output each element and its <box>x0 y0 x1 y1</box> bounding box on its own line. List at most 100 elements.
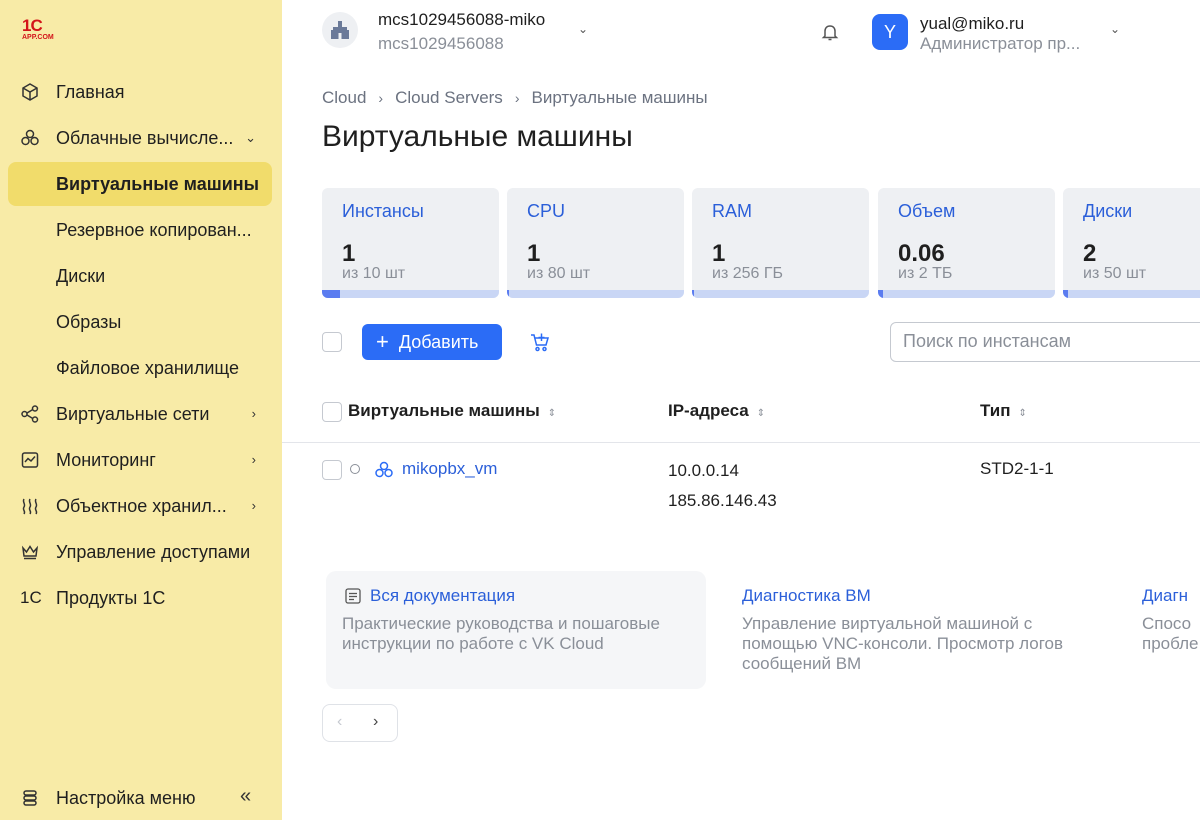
breadcrumb: Cloud › Cloud Servers › Виртуальные маши… <box>322 88 708 108</box>
sidebar-item-disks[interactable]: Диски <box>8 254 272 298</box>
user-email[interactable]: yual@miko.ru <box>920 14 1024 34</box>
sidebar-item-label: Мониторинг <box>56 450 156 470</box>
quota-card-ram[interactable]: RAM 1 из 256 ГБ <box>692 188 869 298</box>
quota-card-instances[interactable]: Инстансы 1 из 10 шт <box>322 188 499 298</box>
monitoring-icon <box>21 452 39 468</box>
sidebar-item-label: Объектное хранил... <box>56 496 227 516</box>
sort-icon[interactable]: ⇕ <box>757 408 765 419</box>
vm-type: STD2-1-1 <box>980 459 1054 478</box>
sidebar-item-label: Управление доступами <box>56 542 251 562</box>
breadcrumb-cloud[interactable]: Cloud <box>322 88 366 108</box>
sidebar-item-label: Резервное копирован... <box>56 220 252 240</box>
cloud-compute-icon <box>21 129 39 146</box>
avatar[interactable]: Y <box>872 14 908 50</box>
cart-icon[interactable] <box>528 330 552 354</box>
quota-card-cpu[interactable]: CPU 1 из 80 шт <box>507 188 684 298</box>
sidebar-item-object-storage[interactable]: Объектное хранил... › <box>8 484 272 528</box>
select-all-checkbox[interactable] <box>322 332 342 352</box>
1c-icon: 1С <box>20 588 42 607</box>
doc-description: Управление виртуальной машиной с помощью… <box>742 614 1064 673</box>
sort-icon[interactable]: ⇕ <box>1018 408 1026 419</box>
chevron-right-icon: › <box>378 90 384 106</box>
sidebar-item-label: Главная <box>56 82 125 102</box>
ip-address-public: 185.86.146.43 <box>668 491 777 510</box>
quota-progress-fill <box>878 290 884 298</box>
chevron-right-icon[interactable]: › <box>373 713 378 731</box>
sidebar-item-label: Продукты 1С <box>56 588 166 608</box>
sidebar-item-backup[interactable]: Резервное копирован... <box>8 208 272 252</box>
status-indicator <box>350 464 360 474</box>
quota-progress-fill <box>1063 290 1069 298</box>
search-input[interactable] <box>903 323 1200 359</box>
quota-card-disks[interactable]: Диски 2 из 50 шт <box>1063 188 1200 298</box>
page-title: Виртуальные машины <box>322 120 633 153</box>
sidebar-item-virtual-machines[interactable]: Виртуальные машины <box>8 162 272 206</box>
quota-progress-fill <box>692 290 694 298</box>
quota-limit: из 50 шт <box>1083 265 1147 282</box>
column-header-ip[interactable]: IP-адреса ⇕ <box>668 400 765 425</box>
quota-limit: из 80 шт <box>527 265 591 282</box>
quota-progress-fill <box>322 290 340 298</box>
sidebar-item-cloud-compute[interactable]: Облачные вычисле... ⌄ <box>8 116 272 160</box>
column-header-type[interactable]: Тип ⇕ <box>980 400 1027 425</box>
vm-icon <box>375 461 393 478</box>
chevron-down-icon[interactable]: ⌄ <box>1110 22 1120 36</box>
quota-progress <box>692 290 869 298</box>
row-checkbox[interactable] <box>322 460 342 480</box>
sidebar-item-label: Виртуальные машины <box>56 174 260 194</box>
database-icon <box>23 790 37 806</box>
user-role: Администратор пр... <box>920 34 1081 53</box>
quota-limit: из 256 ГБ <box>712 265 784 282</box>
sidebar-item-images[interactable]: Образы <box>8 300 272 344</box>
chevron-down-icon[interactable]: ⌄ <box>578 22 588 36</box>
sidebar-item-label: Виртуальные сети <box>56 404 210 424</box>
sidebar: 1С APP.COM Главная Облачные вычисле... ⌄… <box>0 0 282 820</box>
quota-progress-fill <box>507 290 510 298</box>
breadcrumb-current: Виртуальные машины <box>531 88 708 107</box>
sidebar-item-home[interactable]: Главная <box>8 70 272 114</box>
quota-progress <box>322 290 499 298</box>
quota-title: Диски <box>1083 201 1133 221</box>
object-storage-icon <box>22 498 38 515</box>
plus-icon: + <box>376 329 389 354</box>
quota-title: Объем <box>898 201 956 221</box>
project-id: mcs1029456088 <box>378 34 504 53</box>
doc-link-all-docs[interactable]: Вся документация <box>370 585 515 607</box>
doc-link-diagnostics-partial[interactable]: Диагн <box>1142 585 1188 607</box>
ip-address-private: 10.0.0.14 <box>668 461 739 480</box>
table-select-all-checkbox[interactable] <box>322 402 342 422</box>
menu-settings-label: Настройка меню <box>56 788 196 808</box>
collapse-sidebar-icon[interactable]: « <box>240 786 251 806</box>
column-header-vm[interactable]: Виртуальные машины ⇕ <box>348 400 556 425</box>
document-icon <box>345 588 361 604</box>
chevron-right-icon: › <box>251 406 256 421</box>
sidebar-item-label: Облачные вычисле... <box>56 128 234 148</box>
sidebar-item-virtual-networks[interactable]: Виртуальные сети › <box>8 392 272 436</box>
sort-icon[interactable]: ⇕ <box>548 408 556 419</box>
sidebar-item-access-management[interactable]: Управление доступами <box>8 530 272 574</box>
sidebar-item-1c-products[interactable]: 1С Продукты 1С <box>8 576 272 620</box>
app-logo[interactable]: 1С APP.COM <box>22 17 62 44</box>
sidebar-item-file-storage[interactable]: Файловое хранилище <box>8 346 272 390</box>
chevron-right-icon: › <box>514 90 520 106</box>
project-name[interactable]: mcs1029456088-miko <box>378 10 545 30</box>
sidebar-item-label: Файловое хранилище <box>56 358 240 378</box>
add-button-label: Добавить <box>398 331 479 352</box>
quota-progress <box>1063 290 1200 298</box>
add-button[interactable]: + Добавить <box>362 324 502 360</box>
search-field[interactable] <box>890 322 1200 362</box>
doc-link-vm-diagnostics[interactable]: Диагностика ВМ <box>742 585 871 607</box>
menu-settings[interactable]: Настройка меню « <box>8 776 272 820</box>
crown-icon <box>21 545 39 560</box>
doc-description: Спосо пробле <box>1142 614 1199 653</box>
project-avatar[interactable] <box>322 12 358 48</box>
bell-icon[interactable] <box>820 22 840 42</box>
sidebar-item-monitoring[interactable]: Мониторинг › <box>8 438 272 482</box>
quota-card-volume[interactable]: Объем 0.06 из 2 ТБ <box>878 188 1055 298</box>
vm-name-link[interactable]: mikopbx_vm <box>402 458 497 480</box>
chevron-left-icon[interactable]: ‹ <box>337 713 342 731</box>
quota-title: CPU <box>527 201 566 221</box>
quota-progress <box>878 290 1055 298</box>
castle-icon <box>331 21 349 39</box>
breadcrumb-cloud-servers[interactable]: Cloud Servers <box>395 88 503 108</box>
